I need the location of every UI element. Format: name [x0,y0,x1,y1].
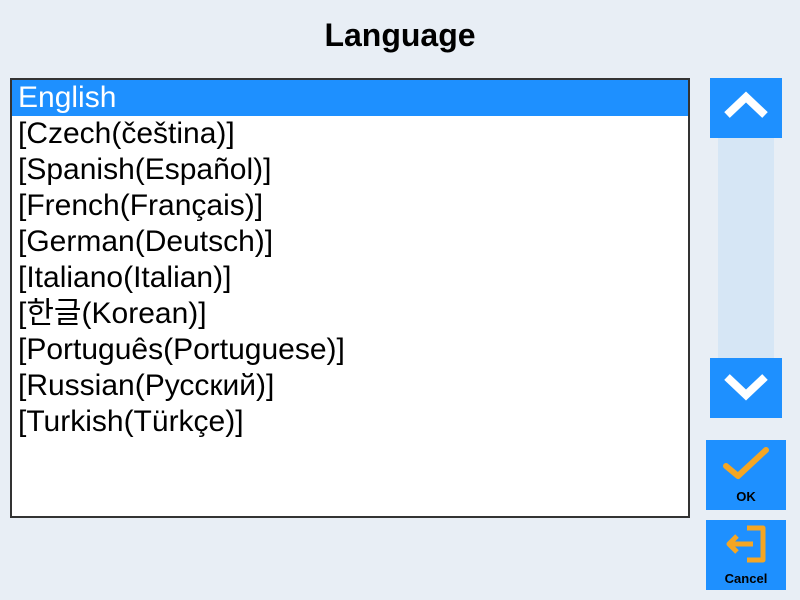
cancel-label: Cancel [725,571,768,586]
language-option[interactable]: [Turkish(Türkçe)] [12,404,688,440]
cancel-button[interactable]: Cancel [706,520,786,590]
exit-icon [725,524,767,569]
chevron-down-icon [723,371,769,406]
scrollbar [706,78,786,418]
language-option[interactable]: English [12,80,688,116]
scroll-up-button[interactable] [710,78,782,138]
language-option[interactable]: [Italiano(Italian)] [12,260,688,296]
chevron-up-icon [723,91,769,126]
main-panel: English[Czech(čeština)][Spanish(Español)… [10,78,690,518]
page-title: Language [324,17,475,54]
language-option[interactable]: [French(Français)] [12,188,688,224]
check-icon [722,446,770,487]
language-option[interactable]: [Czech(čeština)] [12,116,688,152]
header: Language [0,0,800,70]
ok-label: OK [736,489,756,504]
ok-button[interactable]: OK [706,440,786,510]
language-option[interactable]: [German(Deutsch)] [12,224,688,260]
action-buttons: OK Cancel [706,440,786,590]
language-option[interactable]: [Spanish(Español)] [12,152,688,188]
scroll-track[interactable] [718,138,774,358]
scroll-down-button[interactable] [710,358,782,418]
language-list[interactable]: English[Czech(čeština)][Spanish(Español)… [10,78,690,518]
language-option[interactable]: [Russian(Русский)] [12,368,688,404]
language-option[interactable]: [한글(Korean)] [12,296,688,332]
language-option[interactable]: [Português(Portuguese)] [12,332,688,368]
